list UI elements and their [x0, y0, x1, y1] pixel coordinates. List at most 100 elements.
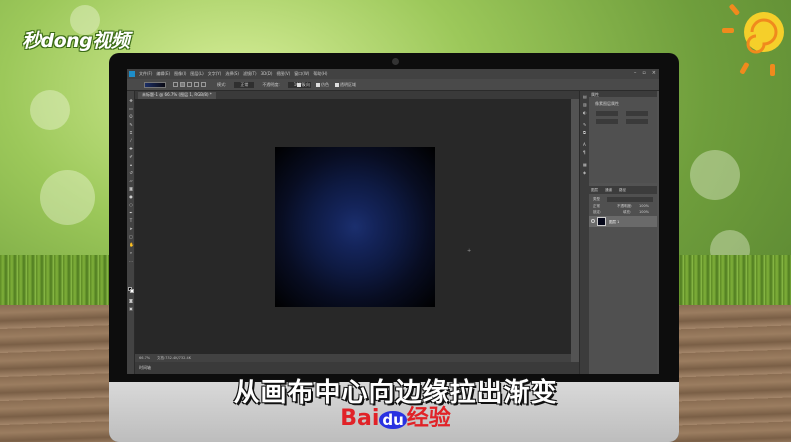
paragraph-icon[interactable]: ¶ — [583, 151, 588, 155]
layer-thumbnail — [597, 217, 606, 226]
tab-channels[interactable]: 通道 — [605, 188, 612, 193]
close-icon[interactable]: × — [652, 70, 656, 76]
gradient-type-buttons — [173, 82, 206, 87]
bokeh-light — [690, 150, 740, 200]
document-tab[interactable]: 未标题-1 @ 66.7% (图层 1, RGB/8) * — [138, 92, 216, 99]
clone-source-icon[interactable]: ⧉ — [583, 131, 588, 135]
gradient-picker[interactable] — [144, 82, 166, 88]
layer-opacity-value[interactable]: 100% — [639, 204, 649, 208]
screen-mode-icon[interactable]: ▣ — [129, 307, 133, 311]
tab-paths[interactable]: 路径 — [619, 188, 626, 193]
layer-opacity-label: 不透明度: — [617, 204, 633, 208]
linear-gradient-icon[interactable] — [173, 82, 178, 87]
layer-row[interactable]: 图层 1 — [589, 216, 657, 227]
menu-edit[interactable]: 编辑(E) — [156, 71, 170, 77]
menu-window[interactable]: 窗口(W) — [294, 71, 309, 77]
menu-view[interactable]: 视图(V) — [276, 71, 290, 77]
history-icon[interactable]: ▤ — [583, 95, 588, 99]
menu-type[interactable]: 文字(Y) — [208, 71, 222, 77]
eraser-tool-icon[interactable]: ▱ — [129, 179, 133, 183]
eyedropper-tool-icon[interactable]: ⁄ — [129, 139, 133, 143]
dither-label: 仿色 — [321, 82, 329, 87]
photoshop-logo-icon — [129, 71, 135, 77]
reverse-label: 反向 — [302, 82, 310, 87]
position-fields — [592, 119, 654, 125]
height-field[interactable] — [626, 111, 648, 116]
menu-select[interactable]: 选择(S) — [225, 71, 239, 77]
type-tool-icon[interactable]: T — [129, 219, 133, 223]
layer-filter-icons[interactable] — [607, 197, 653, 202]
zoom-tool-icon[interactable]: ⌕ — [129, 251, 133, 255]
gradient-canvas[interactable] — [275, 147, 435, 307]
zoom-level[interactable]: 66.7% — [139, 356, 150, 360]
collapsed-panels-strip: ▤ ▥ ◐ ✎ ⧉ A ¶ ▦ ◈ — [579, 91, 589, 374]
swatches-icon[interactable]: ▦ — [583, 163, 588, 167]
document-workspace: + — [135, 99, 571, 354]
marquee-tool-icon[interactable]: ▭ — [129, 107, 133, 111]
crop-tool-icon[interactable]: ⌗ — [129, 131, 133, 135]
quick-select-tool-icon[interactable]: ✎ — [129, 123, 133, 127]
document-size: 文档:732.4K/732.4K — [157, 356, 191, 360]
mode-select[interactable]: 正常 — [234, 82, 255, 88]
brand-jingyan: 经验 — [406, 406, 451, 431]
background-color-swatch[interactable] — [130, 289, 134, 293]
crosshair-cursor-icon: + — [467, 248, 472, 254]
shape-tool-icon[interactable]: ▢ — [129, 235, 133, 239]
brush-settings-icon[interactable]: ✎ — [583, 123, 588, 127]
dodge-tool-icon[interactable]: ○ — [129, 203, 133, 207]
styles-icon[interactable]: ◈ — [583, 171, 588, 175]
minimize-icon[interactable]: – — [634, 70, 637, 76]
diamond-gradient-icon[interactable] — [201, 82, 206, 87]
menu-file[interactable]: 文件(F) — [139, 71, 152, 77]
angle-gradient-icon[interactable] — [187, 82, 192, 87]
properties-panel: 属性 像素图层属性 — [589, 91, 657, 183]
brush-tool-icon[interactable]: ✐ — [129, 155, 133, 159]
status-bar: 66.7% 文档:732.4K/732.4K — [135, 354, 571, 362]
fill-label: 填充: — [623, 210, 632, 214]
transparency-label: 透明区域 — [340, 82, 356, 87]
transparency-checkbox[interactable]: 透明区域 — [335, 82, 356, 88]
window-controls: – ▫ × — [634, 70, 656, 76]
history-brush-tool-icon[interactable]: ↺ — [129, 171, 133, 175]
gradient-tool-icon[interactable]: ▮ — [129, 187, 133, 191]
menu-3d[interactable]: 3D(D) — [261, 71, 273, 77]
reflected-gradient-icon[interactable] — [194, 82, 199, 87]
quick-mask-icon[interactable]: ◙ — [129, 299, 133, 303]
pen-tool-icon[interactable]: ✒ — [129, 211, 133, 215]
restore-icon[interactable]: ▫ — [642, 70, 645, 76]
properties-tab[interactable]: 属性 — [591, 92, 599, 98]
menu-filter[interactable]: 滤镜(T) — [243, 71, 257, 77]
move-tool-icon[interactable]: ✥ — [129, 99, 133, 103]
x-field[interactable] — [596, 119, 618, 124]
menu-help[interactable]: 帮助(H) — [313, 71, 327, 77]
dither-checkbox[interactable]: 仿色 — [316, 82, 329, 88]
y-field[interactable] — [626, 119, 648, 124]
tab-layers[interactable]: 图层 — [591, 188, 598, 193]
path-select-tool-icon[interactable]: ➤ — [129, 227, 133, 231]
menu-layer[interactable]: 图层(L) — [190, 71, 203, 77]
width-field[interactable] — [596, 111, 618, 116]
adjustments-icon[interactable]: ◐ — [583, 111, 588, 115]
reverse-checkbox[interactable]: 反向 — [297, 82, 310, 88]
stamp-tool-icon[interactable]: ▴ — [129, 163, 133, 167]
visibility-eye-icon[interactable] — [591, 219, 595, 223]
lasso-tool-icon[interactable]: ʘ — [129, 115, 133, 119]
more-tools-icon[interactable]: … — [129, 259, 133, 263]
menu-bar: 文件(F) 编辑(E) 图像(I) 图层(L) 文字(Y) 选择(S) 滤镜(T… — [127, 69, 659, 79]
webcam-icon — [392, 58, 399, 65]
watermark-logo: 秒dong视频 — [22, 30, 130, 52]
character-icon[interactable]: A — [583, 143, 588, 147]
layer-name[interactable]: 图层 1 — [609, 220, 619, 225]
layer-kind-filter[interactable]: 类型 — [593, 197, 600, 202]
sun-icon — [722, 4, 784, 76]
blur-tool-icon[interactable]: ● — [129, 195, 133, 199]
fill-value[interactable]: 100% — [639, 210, 649, 214]
properties-icon[interactable]: ▥ — [583, 103, 588, 107]
menu-image[interactable]: 图像(I) — [174, 71, 186, 77]
radial-gradient-icon[interactable] — [180, 82, 185, 87]
healing-tool-icon[interactable]: ✚ — [129, 147, 133, 151]
mode-label: 模式: — [217, 82, 227, 87]
hand-tool-icon[interactable]: ✋ — [129, 243, 134, 247]
menu-items: 文件(F) 编辑(E) 图像(I) 图层(L) 文字(Y) 选择(S) 滤镜(T… — [139, 71, 327, 77]
blend-mode-select[interactable]: 正常 — [593, 204, 600, 209]
